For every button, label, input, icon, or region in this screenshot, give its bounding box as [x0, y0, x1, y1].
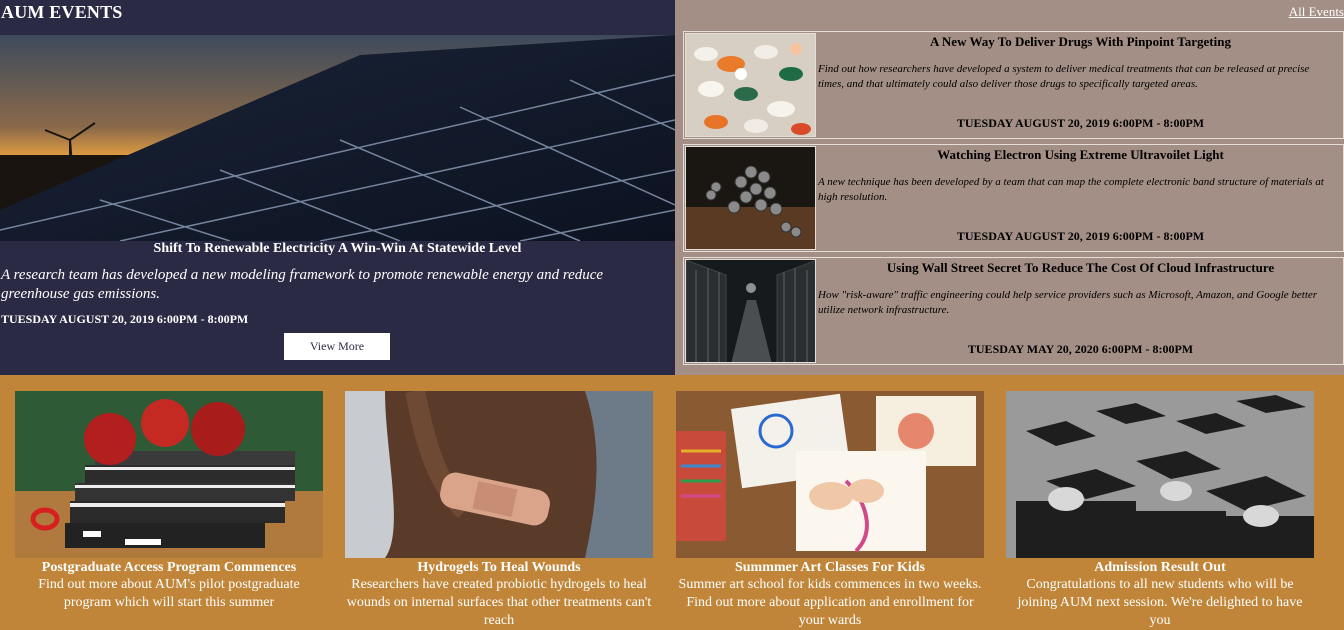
event-date: TUESDAY AUGUST 20, 2019 6:00PM - 8:00PM — [956, 229, 1205, 243]
featured-event-date: TUESDAY AUGUST 20, 2019 6:00PM - 8:00PM — [1, 312, 249, 326]
event-card[interactable]: Watching Electron Using Extreme Ultravoi… — [683, 144, 1344, 252]
news-description: Congratulations to all new students who … — [1017, 577, 1303, 628]
news-image-art-class[interactable] — [676, 391, 984, 558]
featured-event-title[interactable]: Shift To Renewable Electricity A Win-Win… — [0, 241, 675, 257]
event-title[interactable]: Using Wall Street Secret To Reduce The C… — [818, 260, 1343, 276]
news-title[interactable]: Hydrogels To Heal Wounds — [345, 559, 653, 576]
all-events-link[interactable]: All Events — [1289, 4, 1344, 20]
event-thumbnail-server-room[interactable] — [685, 259, 816, 363]
featured-event-panel: AUM EVENTS Shift To Renewable Electricit… — [0, 0, 675, 375]
news-image-apples-books[interactable] — [15, 391, 323, 558]
event-title[interactable]: Watching Electron Using Extreme Ultravoi… — [818, 147, 1343, 163]
news-description: Find out more about AUM's pilot postgrad… — [38, 577, 300, 610]
news-item[interactable]: Postgraduate Access Program Commences Fi… — [15, 391, 323, 612]
event-description: Find out how researchers have developed … — [818, 63, 1310, 90]
news-item[interactable]: Hydrogels To Heal Wounds Researchers hav… — [345, 391, 653, 630]
events-section: AUM EVENTS Shift To Renewable Electricit… — [0, 0, 1344, 375]
event-description: How "risk-aware" traffic engineering cou… — [818, 289, 1318, 316]
section-title: AUM EVENTS — [1, 2, 123, 22]
news-title[interactable]: Admission Result Out — [1006, 559, 1314, 576]
news-image-graduation[interactable] — [1006, 391, 1314, 558]
news-description: Summer art school for kids commences in … — [678, 577, 982, 628]
news-item[interactable]: Admission Result Out Congratulations to … — [1006, 391, 1314, 630]
news-title[interactable]: Postgraduate Access Program Commences — [15, 559, 323, 576]
news-image-bandage[interactable] — [345, 391, 653, 558]
event-title[interactable]: A New Way To Deliver Drugs With Pinpoint… — [818, 34, 1343, 50]
news-description: Researchers have created probiotic hydro… — [346, 577, 652, 628]
event-date: TUESDAY AUGUST 20, 2019 6:00PM - 8:00PM — [956, 116, 1205, 130]
news-title[interactable]: Summmer Art Classes For Kids — [676, 559, 984, 576]
event-card[interactable]: Using Wall Street Secret To Reduce The C… — [683, 257, 1344, 365]
event-thumbnail-pills[interactable] — [685, 33, 816, 137]
event-description: A new technique has been developed by a … — [818, 176, 1324, 203]
featured-event-image[interactable] — [0, 35, 675, 241]
event-thumbnail-molecule[interactable] — [685, 146, 816, 250]
event-date: TUESDAY MAY 20, 2020 6:00PM - 8:00PM — [967, 342, 1194, 356]
featured-event-description: A research team has developed a new mode… — [1, 267, 604, 302]
event-card[interactable]: A New Way To Deliver Drugs With Pinpoint… — [683, 31, 1344, 139]
view-more-button[interactable]: View More — [284, 333, 390, 360]
news-item[interactable]: Summmer Art Classes For Kids Summer art … — [676, 391, 984, 630]
